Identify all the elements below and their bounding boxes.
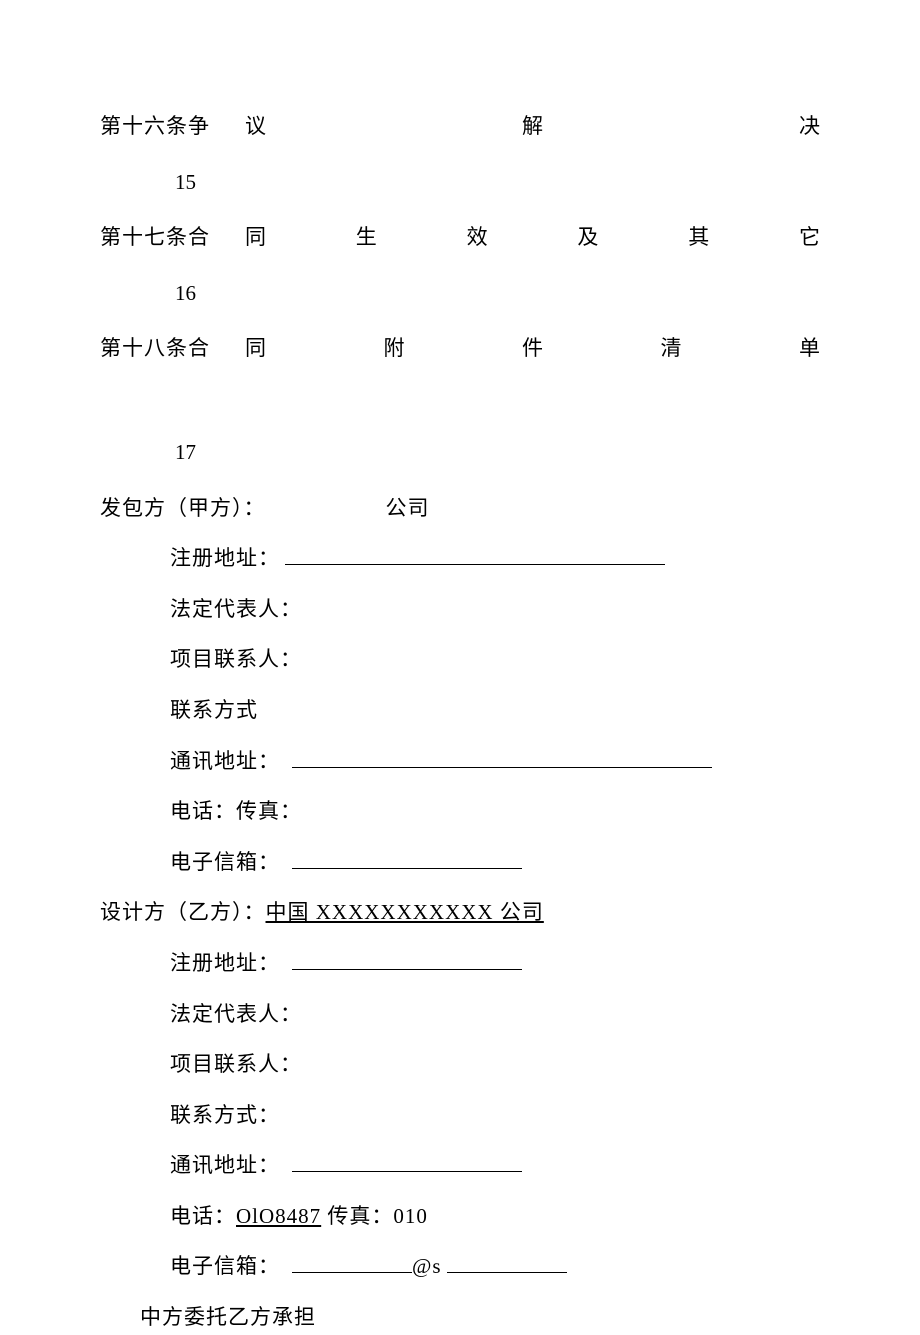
toc-prefix-17: 第十七条合 (100, 221, 210, 255)
party-b-phone-prefix: 电话： (170, 1204, 236, 1228)
party-b-email-label: 电子信箱： (170, 1254, 280, 1278)
toc-spread-18: 同 附 件 清 单 (210, 332, 820, 366)
party-a-mail-address-label: 通讯地址： (170, 749, 280, 773)
party-a-reg-address-blank (285, 544, 665, 565)
toc-prefix-18: 第十八条合 (100, 332, 210, 366)
party-b-mail-address: 通讯地址： (170, 1149, 820, 1183)
party-a-title-line: 发包方（甲方）： 公司 (100, 492, 820, 526)
party-b-title: 设计方（乙方）： (100, 900, 266, 924)
party-b-title-line: 设计方（乙方）：中国 XXXXXXXXXXX 公司 (100, 896, 820, 930)
party-a-title: 发包方（甲方）： (100, 496, 266, 520)
party-a-mail-address: 通讯地址： (170, 745, 820, 779)
party-b-reg-address-blank (292, 949, 522, 970)
party-a-legal-rep: 法定代表人： (170, 593, 820, 627)
party-a-reg-address-label: 注册地址： (170, 546, 280, 570)
party-a-mail-address-blank (292, 747, 712, 768)
toc-page-18: 17 (175, 436, 820, 470)
toc-prefix-16: 第十六条争 (100, 110, 210, 144)
party-a-email-label: 电子信箱： (170, 850, 280, 874)
party-b-email: 电子信箱： @s (170, 1250, 820, 1284)
party-b-company: 中国 XXXXXXXXXXX 公司 (266, 900, 544, 924)
party-b-legal-rep: 法定代表人： (170, 998, 820, 1032)
party-a-phone-fax: 电话：传真： (170, 795, 820, 829)
party-b-mail-address-blank (292, 1151, 522, 1172)
party-a-email-blank (292, 848, 522, 869)
party-a-reg-address: 注册地址： (170, 542, 820, 576)
party-b-reg-address-label: 注册地址： (170, 951, 280, 975)
toc-spread-16: 议 解 决 (210, 110, 820, 144)
party-a-contact-method: 联系方式 (170, 694, 820, 728)
toc-page-17: 16 (175, 277, 820, 311)
toc-line-16: 第十六条争 议 解 决 (100, 110, 820, 144)
toc-spread-17: 同 生 效 及 其 它 (210, 221, 820, 255)
party-b-contact-method: 联系方式： (170, 1099, 820, 1133)
party-b-email-blank2 (447, 1252, 567, 1273)
toc-line-18: 第十八条合 同 附 件 清 单 (100, 332, 820, 366)
party-a-project-contact: 项目联系人： (170, 643, 820, 677)
party-a-company: 公司 (386, 496, 430, 520)
entrust-line: 中方委托乙方承担 (140, 1301, 820, 1335)
party-b-fax-value: 010 (393, 1204, 428, 1228)
toc-line-17: 第十七条合 同 生 效 及 其 它 (100, 221, 820, 255)
party-b-project-contact: 项目联系人： (170, 1048, 820, 1082)
party-b-email-at: @s (412, 1254, 442, 1278)
party-b-email-blank1 (292, 1252, 412, 1273)
party-b-mail-address-label: 通讯地址： (170, 1153, 280, 1177)
party-a-email: 电子信箱： (170, 846, 820, 880)
party-b-phone-fax: 电话：OlO8487 传真：010 (170, 1200, 820, 1234)
party-b-reg-address: 注册地址： (170, 947, 820, 981)
party-b-phone-value: OlO8487 (236, 1204, 321, 1228)
toc-page-16: 15 (175, 166, 820, 200)
party-b-fax-prefix: 传真： (321, 1204, 393, 1228)
